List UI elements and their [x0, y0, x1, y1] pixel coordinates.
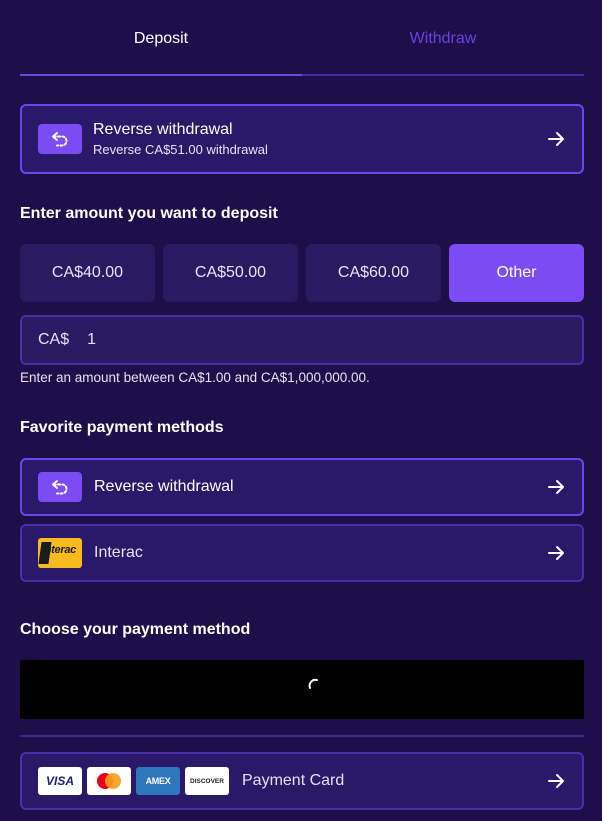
visa-logo-text: VISA — [45, 774, 74, 788]
card-logos: VISA AMEX DISCOVER — [38, 767, 234, 795]
favorite-reverse-withdrawal[interactable]: Reverse withdrawal — [20, 458, 584, 516]
spinner-icon — [308, 678, 318, 689]
favorite-interac[interactable]: Interac Interac — [20, 524, 584, 582]
undo-icon — [38, 472, 82, 502]
reverse-withdrawal-text: Reverse withdrawal Reverse CA$51.00 with… — [93, 121, 268, 157]
currency-label: CA$ — [38, 331, 70, 348]
discover-logo-text: DISCOVER — [190, 777, 224, 785]
interac-logo-text: Interac — [42, 544, 76, 556]
amex-logo: AMEX — [136, 767, 180, 795]
interac-logo: Interac — [38, 538, 82, 568]
amount-hint: Enter an amount between CA$1.00 and CA$1… — [20, 370, 370, 385]
amex-logo-text: AMEX — [145, 776, 171, 786]
amount-value: 1 — [87, 331, 97, 348]
favorite-interac-label: Interac — [94, 544, 143, 561]
amount-section-title: Enter amount you want to deposit — [20, 205, 278, 222]
payment-card-label: Payment Card — [242, 772, 345, 789]
arrow-right-icon — [548, 480, 564, 494]
arrow-right-icon — [548, 774, 564, 788]
favorites-title: Favorite payment methods — [20, 419, 224, 436]
tab-deposit[interactable]: Deposit — [20, 0, 302, 77]
tab-withdraw[interactable]: Withdraw — [302, 0, 584, 77]
amount-option-other[interactable]: Other — [449, 244, 584, 302]
reverse-withdrawal-card[interactable]: Reverse withdrawal Reverse CA$51.00 with… — [20, 104, 584, 174]
payment-card-option[interactable]: VISA AMEX DISCOVER Payment Card — [20, 752, 584, 810]
reverse-withdrawal-title: Reverse withdrawal — [93, 121, 233, 138]
reverse-withdrawal-subtitle: Reverse CA$51.00 withdrawal — [93, 142, 268, 157]
visa-logo: VISA — [38, 767, 82, 795]
discover-logo: DISCOVER — [185, 767, 229, 795]
tab-active-indicator — [20, 74, 302, 76]
tabs: Deposit Withdraw — [20, 0, 584, 77]
section-divider — [20, 735, 584, 737]
amount-option-50[interactable]: CA$50.00 — [163, 244, 298, 302]
amount-option-40[interactable]: CA$40.00 — [20, 244, 155, 302]
mastercard-logo — [87, 767, 131, 795]
choose-method-title: Choose your payment method — [20, 621, 251, 638]
favorite-reverse-label: Reverse withdrawal — [94, 478, 234, 495]
amount-input[interactable]: CA$ 1 — [20, 315, 584, 365]
undo-icon — [38, 124, 82, 154]
arrow-right-icon — [548, 132, 564, 146]
arrow-right-icon — [548, 546, 564, 560]
amount-option-60[interactable]: CA$60.00 — [306, 244, 441, 302]
payment-methods-loader — [20, 660, 584, 719]
